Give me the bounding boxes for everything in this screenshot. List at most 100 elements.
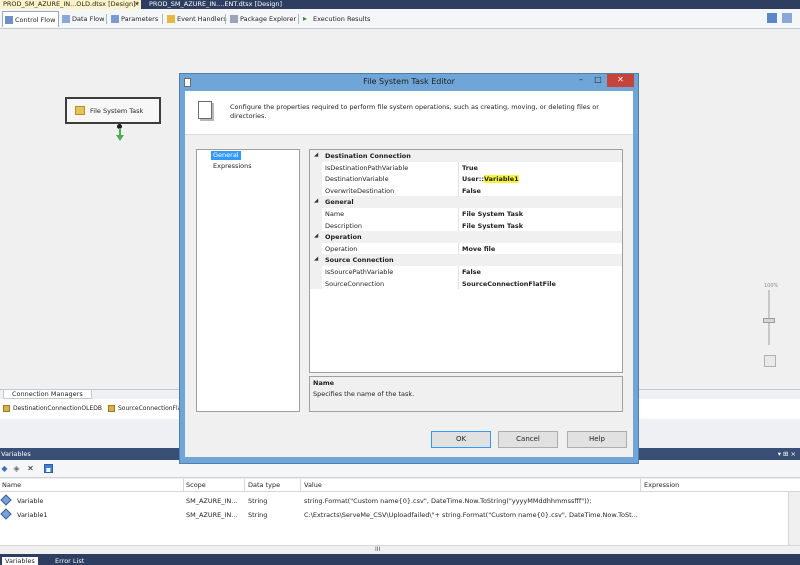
property-row[interactable]: Name File System Task xyxy=(310,208,622,220)
property-row[interactable]: Operation Move file xyxy=(310,242,622,255)
variable-type[interactable]: String xyxy=(248,511,298,519)
collapse-icon[interactable]: ◢ xyxy=(314,256,318,262)
variable-name[interactable]: Variable1 xyxy=(17,511,181,519)
scroll-thumb-grip[interactable]: III xyxy=(375,546,380,553)
table-row[interactable]: Variable SM_AZURE_IN... String string.Fo… xyxy=(0,494,800,507)
column-divider xyxy=(300,479,301,491)
designer-tab-bar: Control Flow Data Flow Parameters Event … xyxy=(0,9,800,29)
property-value[interactable]: False xyxy=(462,268,481,276)
zoom-slider-thumb[interactable] xyxy=(763,318,775,323)
property-value[interactable]: User::Variable1 xyxy=(462,175,519,184)
connection-label: DestinationConnectionOLEDB xyxy=(13,405,102,412)
document-tab-strip: PROD_SM_AZURE_IN...OLD.dtsx [Design]* × … xyxy=(0,0,800,9)
property-row[interactable]: IsDestinationPathVariable True xyxy=(310,161,622,174)
connection-item-flatfile[interactable]: SourceConnectionFlatFi xyxy=(108,405,188,412)
tab-connection-managers[interactable]: Connection Managers xyxy=(3,389,92,399)
ok-button[interactable]: OK xyxy=(431,431,491,448)
nav-item-expressions[interactable]: Expressions xyxy=(211,162,254,171)
move-variable-icon[interactable]: ◈ xyxy=(12,464,21,473)
tab-separator xyxy=(106,14,107,24)
collapse-icon[interactable]: ◢ xyxy=(314,233,318,239)
nav-item-general[interactable]: General xyxy=(211,151,241,160)
category-label: Destination Connection xyxy=(325,152,411,160)
variable-value[interactable]: string.Format("Custom name{0}.csv", Date… xyxy=(304,497,638,505)
panel-window-controls[interactable]: ▾ ⊞ × xyxy=(778,448,796,460)
tab-control-flow[interactable]: Control Flow xyxy=(2,11,60,27)
connection-item-oledb[interactable]: DestinationConnectionOLEDB xyxy=(3,405,102,412)
column-divider xyxy=(458,173,459,185)
category-label: Operation xyxy=(325,233,362,242)
variable-name[interactable]: Variable xyxy=(17,497,181,505)
category-label: General xyxy=(325,198,354,207)
row-gutter xyxy=(310,161,322,174)
document-icon xyxy=(198,101,212,119)
column-divider xyxy=(458,219,459,232)
property-category[interactable]: ◢ Destination Connection xyxy=(310,150,622,162)
settings-icon[interactable] xyxy=(782,13,792,23)
minimize-button[interactable]: – xyxy=(573,74,589,87)
column-header-expression[interactable]: Expression xyxy=(644,481,679,489)
tab-label: Control Flow xyxy=(15,15,56,24)
maximize-button[interactable]: □ xyxy=(590,74,606,87)
tab-parameters[interactable]: Parameters xyxy=(109,11,161,27)
doc-tab-ent-package[interactable]: PROD_SM_AZURE_IN....ENT.dtsx [Design] xyxy=(146,0,286,9)
tab-error-list[interactable]: Error List xyxy=(52,557,87,565)
property-row[interactable]: SourceConnection SourceConnectionFlatFil… xyxy=(310,277,622,290)
property-value[interactable]: Move file xyxy=(462,245,495,253)
property-row[interactable]: IsSourcePathVariable False xyxy=(310,266,622,278)
delete-variable-icon[interactable]: ✕ xyxy=(26,464,35,473)
property-row[interactable]: DestinationVariable User::Variable1 xyxy=(310,173,622,185)
close-icon[interactable]: × xyxy=(134,0,139,9)
help-button[interactable]: Help xyxy=(567,431,627,448)
value-prefix: User:: xyxy=(462,175,484,184)
row-gutter xyxy=(310,266,322,278)
column-divider xyxy=(458,161,459,174)
doc-tab-old-package[interactable]: PROD_SM_AZURE_IN...OLD.dtsx [Design]* xyxy=(0,0,141,9)
column-divider xyxy=(183,479,184,491)
variable-value[interactable]: C:\Extracts\ServeMe_CSV\Uploadfailed\"+ … xyxy=(304,511,638,519)
column-header-name[interactable]: Name xyxy=(2,481,21,489)
editor-nav-list xyxy=(196,149,300,412)
column-header-scope[interactable]: Scope xyxy=(186,481,206,489)
dialog-title: File System Task Editor xyxy=(363,77,455,86)
property-value[interactable]: File System Task xyxy=(462,210,523,218)
add-variable-icon[interactable]: ◆ xyxy=(0,464,9,473)
property-row[interactable]: OverwriteDestination False xyxy=(310,184,622,197)
table-row[interactable]: Variable1 SM_AZURE_IN... String C:\Extra… xyxy=(0,508,800,521)
column-divider xyxy=(458,266,459,278)
tab-data-flow[interactable]: Data Flow xyxy=(60,11,107,27)
tab-execution-results[interactable]: ▸ Execution Results xyxy=(301,11,373,27)
column-header-value[interactable]: Value xyxy=(304,481,322,489)
zoom-to-fit-icon[interactable] xyxy=(764,355,776,367)
vertical-scrollbar[interactable] xyxy=(788,492,800,545)
property-value[interactable]: SourceConnectionFlatFile xyxy=(462,280,556,288)
tab-variables[interactable]: Variables xyxy=(2,557,38,565)
collapse-icon[interactable]: ◢ xyxy=(314,152,318,158)
row-gutter xyxy=(310,277,322,290)
property-row[interactable]: Description File System Task xyxy=(310,219,622,232)
tab-label: Execution Results xyxy=(313,15,371,23)
column-divider xyxy=(640,479,641,491)
grid-options-icon[interactable]: ▪ xyxy=(44,464,53,474)
package-explorer-icon xyxy=(230,15,238,23)
horizontal-scrollbar[interactable] xyxy=(0,545,800,554)
collapse-icon[interactable]: ◢ xyxy=(314,198,318,204)
property-value[interactable]: File System Task xyxy=(462,222,523,230)
toolbox-icon[interactable] xyxy=(767,13,777,23)
property-value[interactable]: True xyxy=(462,164,478,172)
property-name: IsDestinationPathVariable xyxy=(325,163,409,172)
column-header-data-type[interactable]: Data type xyxy=(248,481,280,489)
cancel-button[interactable]: Cancel xyxy=(498,431,558,448)
file-system-task-node[interactable]: File System Task xyxy=(65,97,161,124)
property-name: Operation xyxy=(325,244,358,253)
property-value[interactable]: False xyxy=(462,187,481,195)
close-button[interactable]: ✕ xyxy=(607,74,634,87)
tab-event-handlers[interactable]: Event Handlers xyxy=(165,11,230,27)
property-category[interactable]: ◢ Source Connection xyxy=(310,254,622,266)
property-name: Name xyxy=(325,210,345,218)
variable-type[interactable]: String xyxy=(248,497,298,505)
tab-separator xyxy=(298,14,299,24)
tab-package-explorer[interactable]: Package Explorer xyxy=(228,11,299,27)
property-category[interactable]: ◢ General xyxy=(310,196,622,208)
property-category[interactable]: ◢ Operation xyxy=(310,231,622,243)
